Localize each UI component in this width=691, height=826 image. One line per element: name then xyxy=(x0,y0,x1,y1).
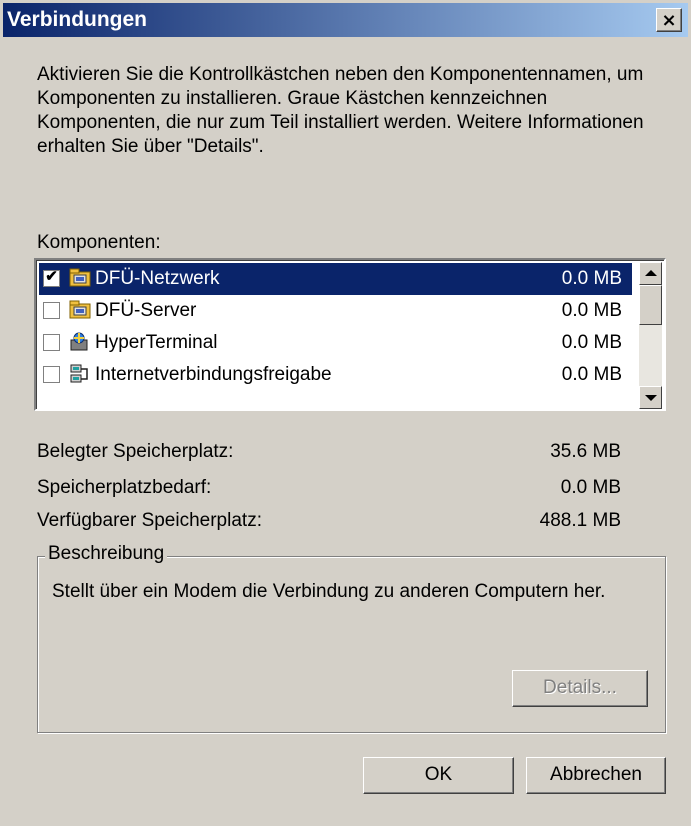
instruction-text: Aktivieren Sie die Kontrollkästchen nebe… xyxy=(37,64,644,157)
checkbox-hyperterminal[interactable] xyxy=(43,334,60,351)
list-item-hyperterminal[interactable]: HyperTerminal 0.0 MB xyxy=(39,327,632,359)
item-size: 0.0 MB xyxy=(561,268,622,289)
scroll-down-button[interactable] xyxy=(639,386,662,409)
internet-sharing-icon xyxy=(70,364,88,383)
hyperterminal-icon xyxy=(70,332,88,351)
components-list[interactable]: ✔ DFÜ-Netzwerk 0.0 MB DFÜ-Server 0.0 MB … xyxy=(34,258,666,411)
used-space-value: 35.6 MB xyxy=(550,441,621,462)
list-item-internetverbindungsfreigabe[interactable]: Internetverbindungsfreigabe 0.0 MB xyxy=(39,359,632,391)
item-size: 0.0 MB xyxy=(561,300,622,321)
item-size: 0.0 MB xyxy=(561,332,622,353)
dialog-window: Verbindungen × Aktivieren Sie die Kontro… xyxy=(0,0,691,826)
details-button[interactable]: Details... xyxy=(512,670,648,707)
dialup-network-icon xyxy=(69,268,91,287)
free-space-label: Verfügbarer Speicherplatz: xyxy=(37,510,262,531)
list-scrollbar[interactable] xyxy=(639,262,662,409)
item-size: 0.0 MB xyxy=(561,364,622,385)
title-bar[interactable]: Verbindungen × xyxy=(3,3,688,37)
required-space-label: Speicherplatzbedarf: xyxy=(37,477,212,498)
scroll-thumb[interactable] xyxy=(639,285,662,325)
scroll-up-button[interactable] xyxy=(639,262,662,285)
required-space-value: 0.0 MB xyxy=(560,477,621,498)
ok-button[interactable]: OK xyxy=(363,757,514,794)
checkmark-icon: ✔ xyxy=(45,268,58,285)
list-item-dfue-server[interactable]: DFÜ-Server 0.0 MB xyxy=(39,295,632,327)
item-name: Internetverbindungsfreigabe xyxy=(95,364,332,385)
cancel-button[interactable]: Abbrechen xyxy=(526,757,666,794)
description-legend: Beschreibung xyxy=(45,543,168,565)
checkbox-internetverbindungsfreigabe[interactable] xyxy=(43,366,60,383)
free-space-value: 488.1 MB xyxy=(539,510,621,531)
description-text: Stellt über ein Modem die Verbindung zu … xyxy=(52,581,606,602)
used-space-label: Belegter Speicherplatz: xyxy=(37,441,234,462)
item-name: HyperTerminal xyxy=(95,332,218,353)
checkbox-dfue-server[interactable] xyxy=(43,302,60,319)
arrow-up-icon xyxy=(645,270,657,276)
item-name: DFÜ-Server xyxy=(95,300,197,321)
item-name: DFÜ-Netzwerk xyxy=(95,268,220,289)
arrow-down-icon xyxy=(645,395,657,401)
checkbox-dfue-netzwerk[interactable]: ✔ xyxy=(43,268,60,287)
list-item-dfue-netzwerk[interactable]: ✔ DFÜ-Netzwerk 0.0 MB xyxy=(39,263,632,295)
window-title: Verbindungen xyxy=(7,8,148,31)
close-button[interactable]: × xyxy=(656,8,682,32)
components-label: Komponenten: xyxy=(37,232,161,253)
dialup-server-icon xyxy=(69,300,91,319)
